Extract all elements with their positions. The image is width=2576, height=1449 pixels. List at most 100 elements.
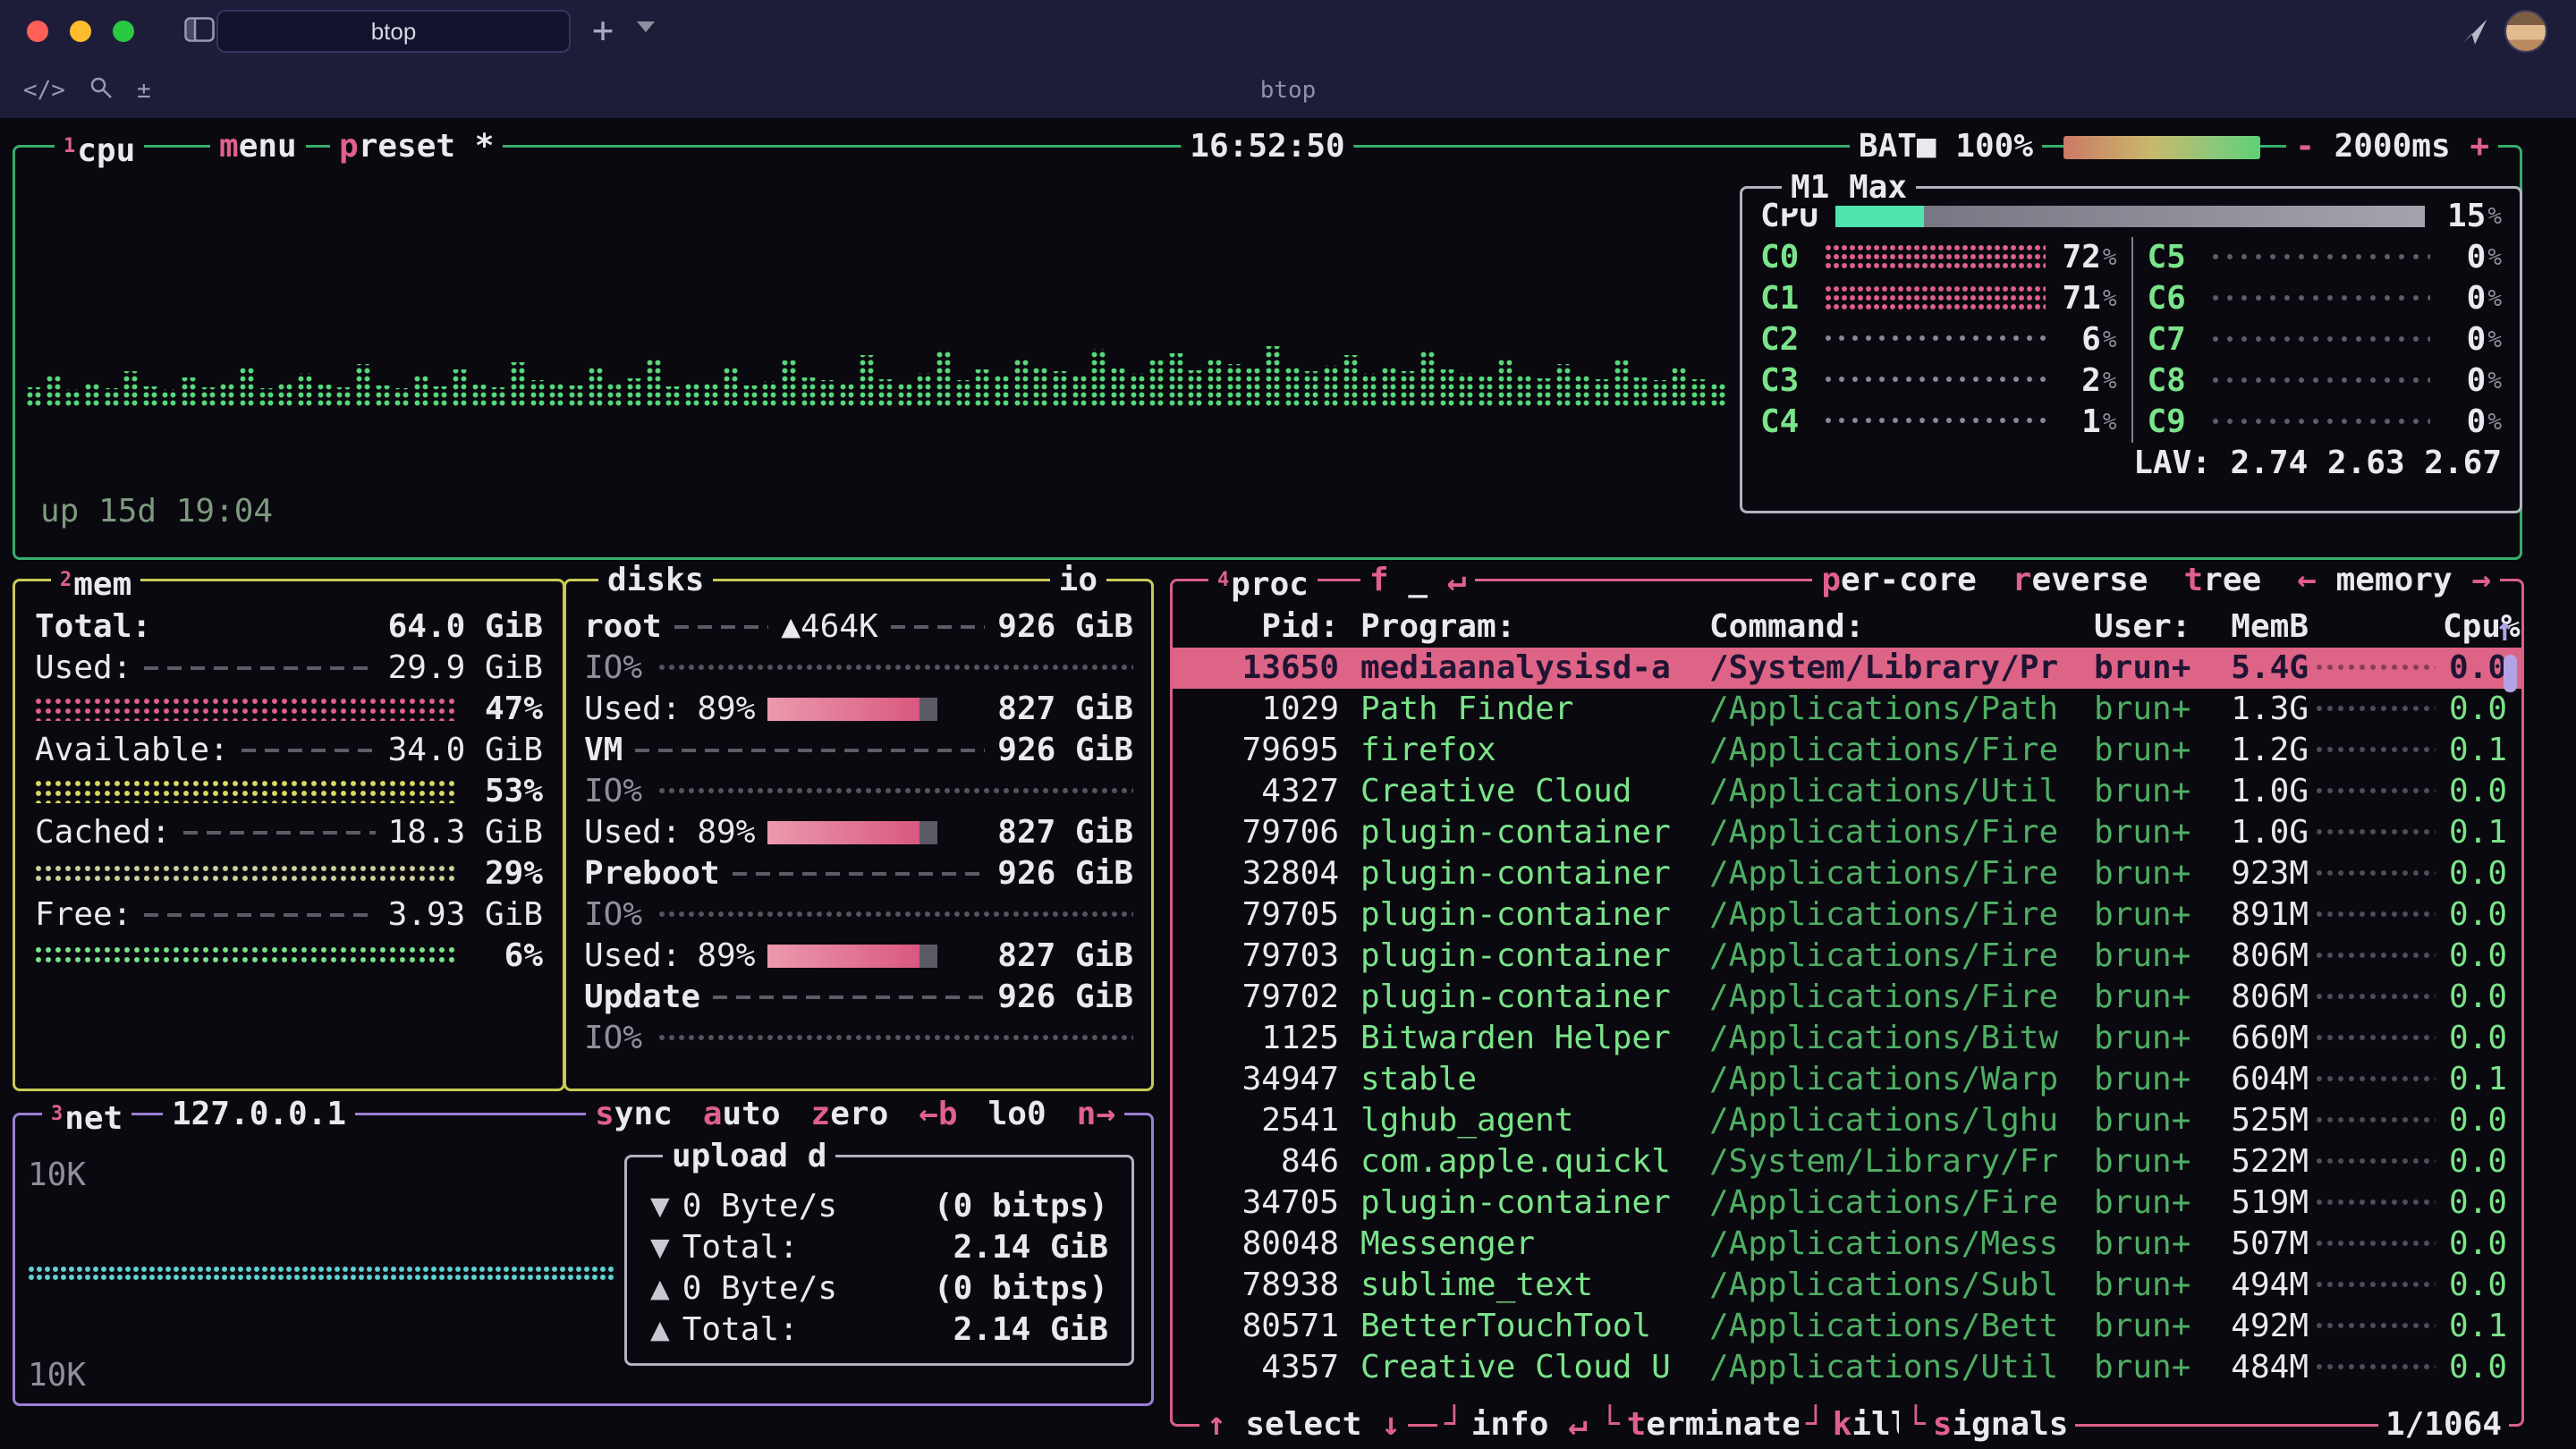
process-row[interactable]: 846 com.apple.quickl /System/Library/Fr … (1173, 1141, 2521, 1182)
net-control-button[interactable]: zero (811, 1094, 889, 1135)
menu-button[interactable]: menu (210, 126, 306, 167)
net-control-button[interactable]: sync (595, 1094, 673, 1135)
process-row[interactable]: 80571 BetterTouchTool /Applications/Bett… (1173, 1306, 2521, 1347)
dash-leader (635, 749, 985, 752)
process-row[interactable]: 32804 plugin-container /Applications/Fir… (1173, 853, 2521, 894)
process-cpu-graph (2316, 746, 2436, 755)
new-tab-button[interactable]: + (592, 7, 614, 54)
process-row[interactable]: 1125 Bitwarden Helper /Applications/Bitw… (1173, 1018, 2521, 1059)
scroll-up-icon[interactable]: ↑ (2495, 610, 2514, 651)
process-cpu-graph (2316, 1240, 2436, 1249)
process-cpu-graph (2316, 1322, 2436, 1331)
sidebar-toggle-icon[interactable] (184, 17, 215, 46)
user-avatar[interactable] (2504, 10, 2547, 53)
process-row[interactable]: 1029 Path Finder /Applications/Path brun… (1173, 689, 2521, 730)
proc-option-button[interactable]: per-core (1821, 560, 1976, 601)
process-cpu-graph (2316, 911, 2436, 919)
header-user[interactable]: User: (2094, 606, 2210, 648)
process-cpu-graph (2316, 952, 2436, 961)
info-button[interactable]: info ↵ (1437, 1404, 1595, 1445)
tab-dropdown-icon[interactable] (637, 21, 655, 32)
uptime-label: up 15d 19:04 (40, 491, 273, 532)
sort-next-button[interactable]: → (2471, 562, 2491, 598)
mem-stat: Cached: 18.3 GiB 29% (35, 812, 543, 894)
terminal-tab[interactable]: btop (216, 10, 571, 53)
process-row[interactable]: 2541 lghub_agent /Applications/lghu brun… (1173, 1100, 2521, 1141)
net-control-button[interactable]: auto (703, 1094, 781, 1135)
core-row: C0 72% (1760, 237, 2117, 278)
header-mem[interactable]: MemB (2210, 606, 2309, 648)
process-row[interactable]: 34947 stable /Applications/Warp brun+ 60… (1173, 1059, 2521, 1100)
net-box-title: 3net (42, 1094, 131, 1140)
zoom-window-button[interactable] (113, 21, 134, 42)
core-row: C8 0% (2148, 360, 2503, 402)
cpu-total-meter (1835, 206, 2425, 227)
core-column-left: C0 72% C1 71% C2 (1760, 237, 2131, 443)
process-row[interactable]: 79703 plugin-container /Applications/Fir… (1173, 936, 2521, 977)
process-row[interactable]: 34705 plugin-container /Applications/Fir… (1173, 1182, 2521, 1224)
interval-increase-button[interactable]: + (2470, 128, 2489, 165)
search-icon[interactable] (89, 75, 114, 106)
net-stat-rows: ▼ 0 Byte/s (0 bitps) ▼ Total: 2.14 GiB ▲ (650, 1186, 1108, 1351)
process-row[interactable]: 4327 Creative Cloud /Applications/Util b… (1173, 771, 2521, 812)
disk-used-meter (767, 698, 937, 721)
net-iface-label: lo0 (988, 1094, 1046, 1135)
process-cpu-graph (2316, 705, 2436, 714)
core-usage-meter (1825, 244, 2046, 271)
core-row: C1 71% (1760, 278, 2117, 319)
paper-plane-icon[interactable] (2460, 16, 2490, 50)
select-control[interactable]: ↑ select ↓ (1199, 1404, 1408, 1445)
code-block-icon[interactable]: </> (23, 77, 65, 104)
core-usage-meter (1825, 285, 2046, 312)
toolbar-title: btop (1260, 77, 1317, 104)
minimize-window-button[interactable] (70, 21, 91, 42)
disk-entry: Update 926 GiB IO% (584, 977, 1133, 1059)
sort-prev-button[interactable]: ← (2297, 562, 2317, 598)
process-row[interactable]: 79706 plugin-container /Applications/Fir… (1173, 812, 2521, 853)
upload-panel-title: upload d (663, 1136, 835, 1177)
titlebar: btop + (0, 0, 2576, 63)
mem-stat: Used: 29.9 GiB 47% (35, 648, 543, 730)
process-row[interactable]: 13650 mediaanalysisd-a /System/Library/P… (1173, 648, 2521, 689)
preset-button[interactable]: preset * (330, 126, 503, 167)
net-next-iface-button[interactable]: n→ (1077, 1094, 1115, 1135)
proc-option-button[interactable]: tree (2183, 560, 2261, 601)
close-window-button[interactable] (27, 21, 48, 42)
net-stat-row: ▼ 0 Byte/s (0 bitps) (650, 1186, 1108, 1227)
process-row[interactable]: 79702 plugin-container /Applications/Fir… (1173, 977, 2521, 1018)
mem-stat-graph (35, 780, 455, 803)
dash-leader (891, 625, 986, 629)
net-stats-panel: upload d ▼ 0 Byte/s (0 bitps) ▼ Total: (624, 1155, 1134, 1366)
process-row[interactable]: 80048 Messenger /Applications/Mess brun+… (1173, 1224, 2521, 1265)
header-program[interactable]: Program: (1360, 606, 1709, 648)
plus-minus-icon[interactable]: ± (137, 77, 151, 104)
process-row[interactable]: 79695 firefox /Applications/Fire brun+ 1… (1173, 730, 2521, 771)
disk-io-graph (658, 1034, 1133, 1043)
window-controls (27, 21, 134, 42)
dash-leader (713, 996, 985, 999)
process-row[interactable]: 79705 plugin-container /Applications/Fir… (1173, 894, 2521, 936)
battery-icon: ■ (1917, 128, 1936, 165)
signals-button[interactable]: signals (1899, 1404, 2075, 1445)
terminate-button[interactable]: terminate (1593, 1404, 1809, 1445)
proc-filter-control[interactable]: f _ ↵ (1360, 560, 1475, 601)
proc-option-button[interactable]: reverse (2012, 560, 2148, 601)
disk-used-meter (767, 821, 937, 844)
tab-title: btop (371, 18, 417, 46)
battery-status: BAT■ 100% (1850, 126, 2042, 167)
header-command[interactable]: Command: (1709, 606, 2094, 648)
header-pid[interactable]: Pid: (1187, 606, 1339, 648)
net-prev-iface-button[interactable]: ←b (919, 1094, 957, 1135)
disks-box: disks io root ▲464K 926 GiB IO% (564, 579, 1154, 1091)
dash-leader (733, 872, 986, 876)
net-control-buttons: sync auto zero (595, 1094, 888, 1135)
core-usage-meter (1825, 417, 2046, 428)
process-cpu-graph (2316, 1116, 2436, 1125)
proc-scrollbar-thumb[interactable] (2504, 655, 2517, 692)
process-row[interactable]: 78938 sublime_text /Applications/Subl br… (1173, 1265, 2521, 1306)
disks-io-toggle[interactable]: io (1050, 560, 1106, 601)
interval-decrease-button[interactable]: - (2295, 128, 2315, 165)
process-row[interactable]: 4357 Creative Cloud U /Applications/Util… (1173, 1347, 2521, 1388)
net-box: 3net 127.0.0.1 sync auto zero ←b lo0 n→ … (13, 1113, 1154, 1406)
proc-option-buttons: per-core reverse tree (1821, 560, 2261, 601)
